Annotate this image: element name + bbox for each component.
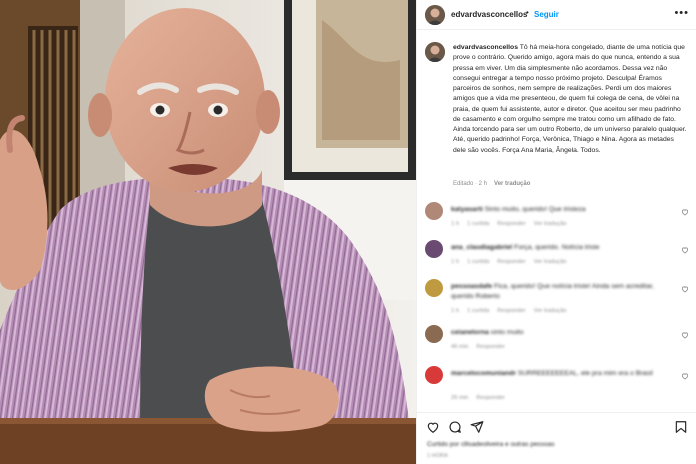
comment-heart-icon[interactable] <box>681 246 689 254</box>
caption-avatar[interactable] <box>425 42 445 62</box>
commenter-avatar[interactable] <box>425 202 443 220</box>
reply-button[interactable]: Responder <box>476 344 504 350</box>
comment-item: ana_claudiagabriel Força, querido. Notíc… <box>417 240 696 280</box>
likes-summary[interactable]: Curtido por cllisadeoliveira e outras pe… <box>427 441 627 448</box>
reply-button[interactable]: Responder <box>497 259 525 265</box>
comment-text: ana_claudiagabriel Força, querido. Notíc… <box>451 243 673 253</box>
comment-body: Força, querido. Notícia triste <box>514 244 600 251</box>
translate-link[interactable]: Ver tradução <box>534 259 567 265</box>
reply-button[interactable]: Responder <box>497 221 525 227</box>
caption-text: edvardvasconcellos Tô há meia-hora conge… <box>453 43 687 156</box>
comment-body: SURREEEEEEEAL, ele pra mim era o Brasil <box>517 370 653 377</box>
follow-button[interactable]: Seguir <box>534 10 559 19</box>
caption-meta: Editado · 2 h Ver tradução <box>453 181 530 187</box>
comment-meta: 1 h 1 curtida Responder Ver tradução <box>451 259 575 265</box>
comment-time: 1 h <box>451 308 460 314</box>
comment-time: 26 min <box>451 395 469 401</box>
comment-meta: 46 min Responder <box>451 344 513 350</box>
reply-button[interactable]: Responder <box>497 308 525 314</box>
commenter-username[interactable]: katyasarti <box>451 206 483 213</box>
comment-heart-icon[interactable] <box>681 208 689 216</box>
comment-text: pessoasdafe Fica, querido! Que notícia t… <box>451 282 673 302</box>
comment-item: ceianelorna sinto muito 46 min Responder <box>417 325 696 365</box>
commenter-avatar[interactable] <box>425 366 443 384</box>
comment-time: 1 h <box>451 221 460 227</box>
commenter-avatar[interactable] <box>425 240 443 258</box>
bookmark-icon[interactable] <box>674 420 688 434</box>
comment-likes[interactable]: 1 curtida <box>467 308 489 314</box>
translate-link[interactable]: Ver tradução <box>534 221 567 227</box>
caption-body: Tô há meia-hora congelado, diante de uma… <box>453 44 687 154</box>
comment-text: katyasarti Sinto muito, querido! Que tri… <box>451 205 673 215</box>
comment-time: 46 min <box>451 344 469 350</box>
reply-button[interactable]: Responder <box>476 395 504 401</box>
comment-text: ceianelorna sinto muito <box>451 328 673 338</box>
commenter-username[interactable]: ceianelorna <box>451 329 489 336</box>
commenter-username[interactable]: ana_claudiagabriel <box>451 244 512 251</box>
comment-text: marcelocomuniandr SURREEEEEEEAL, ele pra… <box>451 369 673 379</box>
comment-likes[interactable]: 1 curtida <box>467 259 489 265</box>
post-photo <box>0 0 416 464</box>
see-translation-link[interactable]: Ver tradução <box>494 181 530 187</box>
edited-label: Editado · 2 h <box>453 181 488 187</box>
commenter-avatar[interactable] <box>425 325 443 343</box>
author-username[interactable]: edvardvasconcellos <box>451 10 527 19</box>
commenter-username[interactable]: marcelocomuniandr <box>451 370 516 377</box>
post-date: 1 HORA <box>427 453 448 459</box>
send-icon[interactable] <box>470 420 484 434</box>
post-header: edvardvasconcellos • Seguir ••• <box>417 0 696 30</box>
portrait-image <box>0 0 416 464</box>
post-sidebar: edvardvasconcellos • Seguir ••• edvardva… <box>416 0 696 464</box>
comment-item: katyasarti Sinto muito, querido! Que tri… <box>417 202 696 242</box>
translate-link[interactable]: Ver tradução <box>534 308 567 314</box>
commenter-avatar[interactable] <box>425 279 443 297</box>
comment-body: Sinto muito, querido! Que tristeza <box>484 206 586 213</box>
comment-item: pessoasdafe Fica, querido! Que notícia t… <box>417 279 696 319</box>
action-bar <box>417 412 696 440</box>
commenter-username[interactable]: pessoasdafe <box>451 283 492 290</box>
comment-heart-icon[interactable] <box>681 331 689 339</box>
heart-icon[interactable] <box>426 420 440 434</box>
comment-item: marcelocomuniandr SURREEEEEEEAL, ele pra… <box>417 366 696 406</box>
caption-username[interactable]: edvardvasconcellos <box>453 44 518 51</box>
comment-time: 1 h <box>451 259 460 265</box>
author-avatar[interactable] <box>425 5 445 25</box>
comment-heart-icon[interactable] <box>681 285 689 293</box>
more-horizontal-icon[interactable]: ••• <box>674 7 689 19</box>
comment-likes[interactable]: 1 curtida <box>467 221 489 227</box>
comment-heart-icon[interactable] <box>681 372 689 380</box>
separator-dot: • <box>526 8 529 17</box>
comment-meta: 1 h 1 curtida Responder Ver tradução <box>451 308 575 314</box>
comment-body: sinto muito <box>490 329 524 336</box>
comment-meta: 1 h 1 curtida Responder Ver tradução <box>451 221 575 227</box>
comment-meta: 26 min Responder <box>451 395 513 401</box>
comment-icon[interactable] <box>448 420 462 434</box>
